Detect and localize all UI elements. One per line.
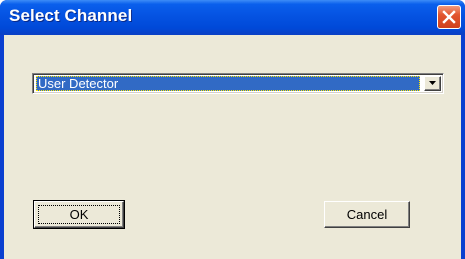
- channel-select-value: User Detector: [36, 76, 420, 91]
- ok-button[interactable]: OK: [33, 200, 125, 229]
- ok-button-label: OK: [69, 207, 89, 222]
- channel-select-dropdown-button[interactable]: [424, 76, 441, 91]
- title-bar[interactable]: Select Channel: [0, 0, 465, 35]
- cancel-button[interactable]: Cancel: [324, 201, 410, 228]
- close-button[interactable]: [437, 5, 461, 29]
- dialog-body: User Detector OK Cancel: [4, 35, 461, 259]
- dialog-title: Select Channel: [9, 6, 133, 25]
- close-x-icon: [442, 10, 456, 24]
- cancel-button-label: Cancel: [346, 207, 388, 222]
- select-channel-dialog: Select Channel User Detector OK Cancel: [0, 0, 465, 259]
- chevron-down-icon: [429, 81, 436, 85]
- channel-select[interactable]: User Detector: [32, 73, 444, 94]
